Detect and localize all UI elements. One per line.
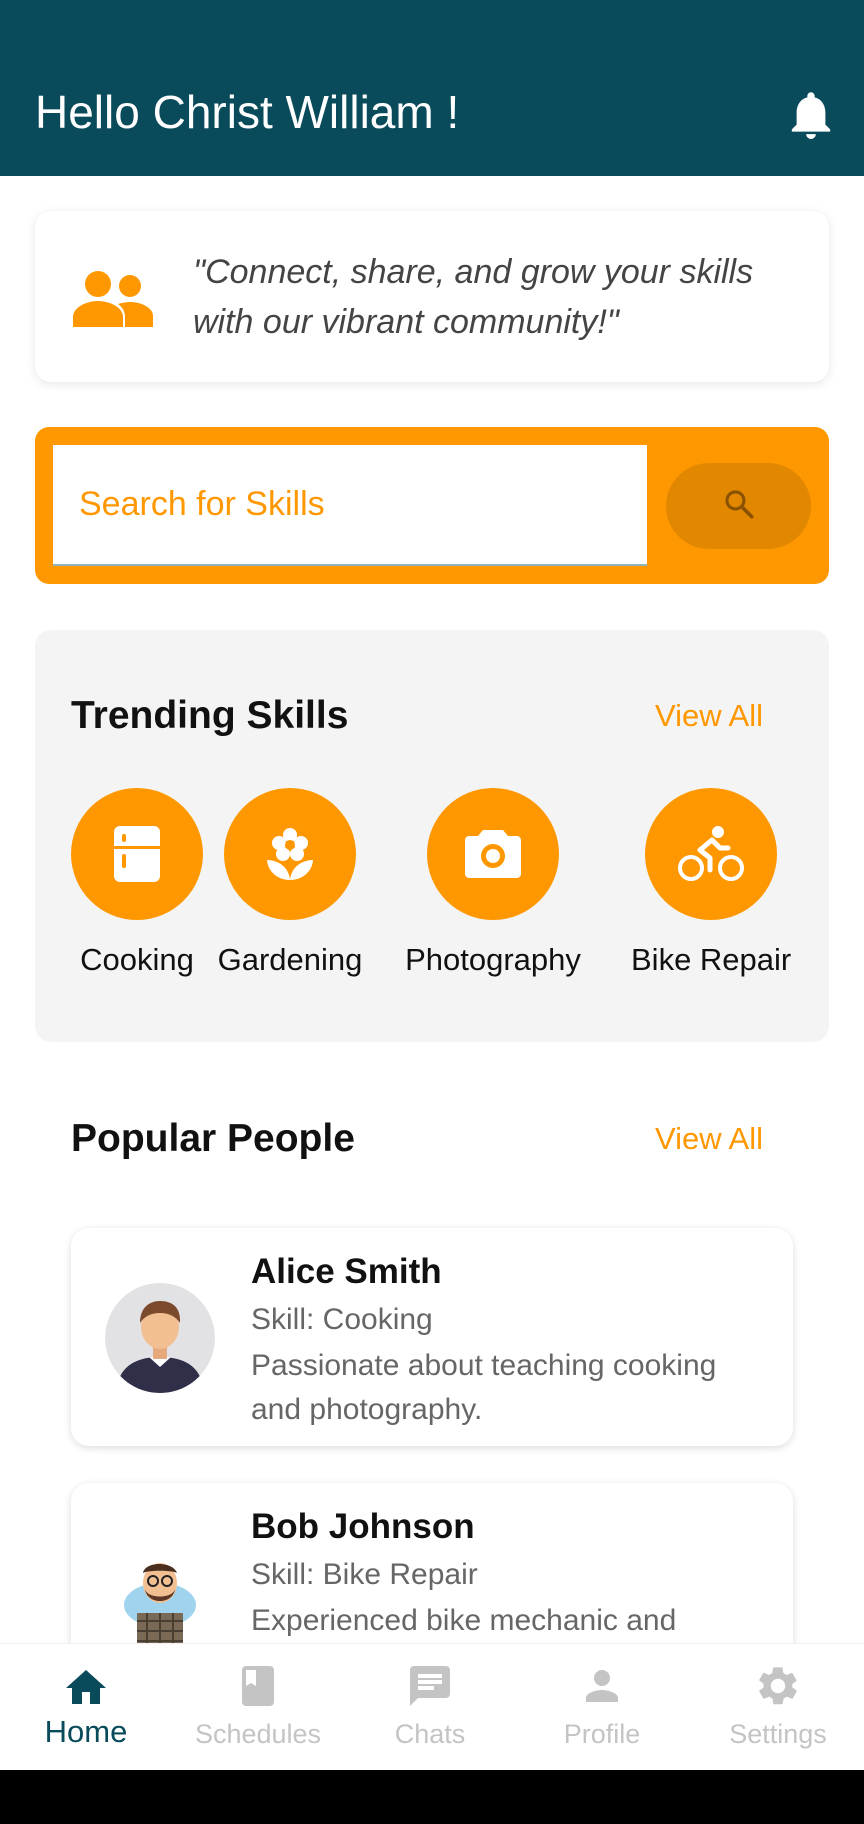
skill-cooking[interactable]: Cooking [71, 788, 203, 980]
person-name: Bob Johnson [251, 1507, 475, 1546]
trending-view-all-link[interactable]: View All [655, 696, 763, 736]
nav-label: Home [44, 1714, 128, 1749]
nav-label: Chats [394, 1719, 466, 1749]
skill-photography[interactable]: Photography [403, 788, 583, 980]
gear-icon [754, 1662, 802, 1710]
bell-icon[interactable] [788, 90, 834, 140]
trending-skills-section: Trending Skills View All Cooking Gardeni… [35, 630, 829, 1042]
nav-label: Profile [563, 1719, 641, 1749]
trending-skills-title: Trending Skills [71, 694, 349, 737]
camera-icon [427, 788, 559, 920]
search-button[interactable] [666, 463, 811, 549]
nav-label: Schedules [194, 1719, 322, 1749]
person-card-alice-smith[interactable]: Alice Smith Skill: Cooking Passionate ab… [71, 1228, 793, 1446]
popular-view-all-link[interactable]: View All [655, 1119, 763, 1159]
person-name: Alice Smith [251, 1252, 442, 1291]
popular-people-title: Popular People [71, 1117, 355, 1160]
system-navigation-bar [0, 1770, 864, 1824]
avatar [105, 1543, 215, 1653]
person-skill: Skill: Bike Repair [251, 1558, 478, 1591]
quote-text: "Connect, share, and grow your skills wi… [193, 253, 754, 341]
quote-card: "Connect, share, and grow your skills wi… [35, 211, 829, 382]
search-input[interactable] [53, 445, 647, 566]
skill-gardening[interactable]: Gardening [210, 788, 370, 980]
bicycle-icon [645, 788, 777, 920]
skill-label: Cooking [80, 942, 194, 977]
skill-bike-repair[interactable]: Bike Repair [631, 788, 791, 980]
skill-label: Gardening [217, 942, 363, 977]
flower-icon [224, 788, 356, 920]
person-icon [578, 1662, 626, 1710]
nav-item-chats[interactable]: Chats [344, 1644, 516, 1771]
nav-item-schedules[interactable]: Schedules [172, 1644, 344, 1771]
skill-label: Bike Repair [631, 942, 792, 977]
greeting-text: Hello Christ William ! [35, 86, 460, 138]
person-bio: Experienced bike mechanic and [251, 1604, 677, 1637]
home-icon [62, 1664, 110, 1712]
person-skill: Skill: Cooking [251, 1303, 433, 1336]
kitchen-icon [71, 788, 203, 920]
person-bio: Passionate about teaching cooking and ph… [251, 1349, 717, 1426]
search-bar [35, 427, 829, 584]
people-icon [73, 269, 153, 329]
nav-item-profile[interactable]: Profile [516, 1644, 688, 1771]
bottom-nav: Home Schedules Chats Profile Settings [0, 1643, 864, 1770]
skill-label: Photography [405, 942, 581, 977]
chat-icon [406, 1662, 454, 1710]
book-icon [234, 1662, 282, 1710]
search-icon [722, 487, 756, 526]
nav-item-home[interactable]: Home [0, 1644, 172, 1771]
avatar [105, 1283, 215, 1393]
nav-item-settings[interactable]: Settings [692, 1644, 864, 1771]
nav-label: Settings [729, 1719, 827, 1749]
app-bar: Hello Christ William ! [0, 0, 864, 176]
